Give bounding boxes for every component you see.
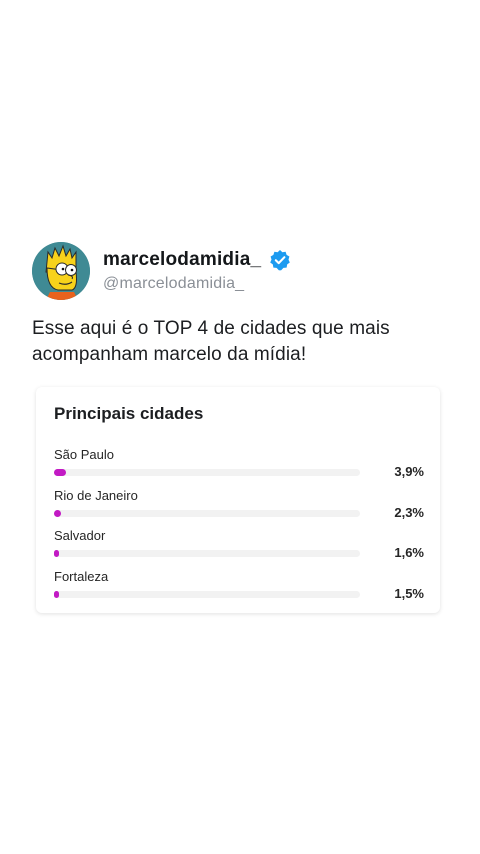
city-bar-fill bbox=[54, 550, 60, 557]
city-row: Fortaleza 1,5% bbox=[54, 569, 424, 609]
city-bar-track bbox=[54, 591, 360, 598]
city-row: Rio de Janeiro 2,3% bbox=[54, 488, 424, 528]
user-handle[interactable]: @marcelodamidia_ bbox=[103, 275, 291, 293]
city-row: São Paulo 3,9% bbox=[54, 447, 424, 487]
city-percent: 3,9% bbox=[394, 464, 424, 479]
top-cities-card: Principais cidades São Paulo 3,9% Rio de… bbox=[36, 387, 440, 613]
city-bar-fill bbox=[54, 469, 67, 476]
city-name: Salvador bbox=[54, 528, 106, 543]
city-percent: 1,6% bbox=[394, 545, 424, 560]
card-title: Principais cidades bbox=[54, 404, 204, 423]
city-percent: 1,5% bbox=[394, 586, 424, 601]
avatar[interactable] bbox=[32, 242, 90, 300]
city-bar-track bbox=[54, 510, 360, 517]
city-name: São Paulo bbox=[54, 447, 114, 462]
cartoon-avatar-icon bbox=[32, 242, 90, 300]
tweet-text: Esse aqui é o TOP 4 de cidades que mais … bbox=[32, 318, 390, 365]
city-bar-track bbox=[54, 550, 360, 557]
city-percent: 2,3% bbox=[394, 505, 424, 520]
city-name: Rio de Janeiro bbox=[54, 488, 138, 503]
display-name[interactable]: marcelodamidia_ bbox=[103, 249, 261, 271]
tweet-post: marcelodamidia_ @marcelodamidia_ Esse aq… bbox=[32, 240, 452, 368]
city-bar-fill bbox=[54, 591, 59, 598]
tweet-header: marcelodamidia_ @marcelodamidia_ bbox=[32, 240, 452, 302]
city-row: Salvador 1,6% bbox=[54, 528, 424, 568]
author-names: marcelodamidia_ @marcelodamidia_ bbox=[103, 249, 291, 293]
city-bar-fill bbox=[54, 510, 62, 517]
name-row: marcelodamidia_ bbox=[103, 249, 291, 271]
city-bar-track bbox=[54, 469, 360, 476]
verified-badge-icon bbox=[270, 250, 291, 271]
city-name: Fortaleza bbox=[54, 569, 109, 584]
